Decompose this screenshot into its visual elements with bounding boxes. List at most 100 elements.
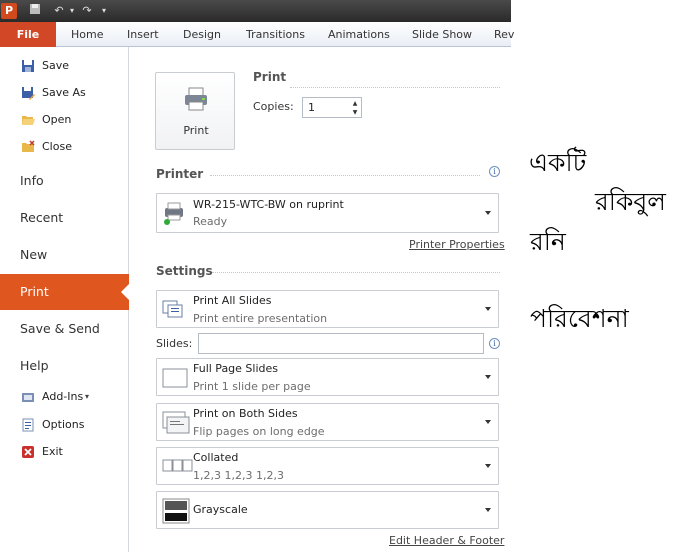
print-button[interactable]: Print bbox=[155, 72, 235, 150]
printer-icon bbox=[183, 86, 209, 112]
copies-up-icon[interactable]: ▲ bbox=[350, 99, 360, 108]
bengali-text-line4: পরিবেশনা bbox=[530, 304, 629, 333]
save-as-icon bbox=[21, 86, 35, 100]
collation-title: Collated bbox=[193, 451, 239, 464]
exit-icon bbox=[21, 445, 35, 459]
divider bbox=[210, 175, 480, 176]
nav-add-ins[interactable]: Add-Ins ▾ bbox=[0, 384, 129, 410]
undo-dropdown-icon[interactable]: ▾ bbox=[68, 3, 76, 19]
redo-icon[interactable]: ↷ bbox=[80, 3, 94, 19]
tab-slide-show[interactable]: Slide Show bbox=[412, 22, 472, 47]
print-range-title: Print All Slides bbox=[193, 294, 272, 307]
bengali-text-line3: রনি bbox=[530, 227, 566, 256]
tab-home[interactable]: Home bbox=[71, 22, 103, 47]
edit-header-footer-link[interactable]: Edit Header & Footer bbox=[389, 534, 504, 547]
printer-device-icon bbox=[162, 200, 186, 229]
chevron-down-icon bbox=[485, 464, 491, 468]
nav-recent[interactable]: Recent bbox=[0, 200, 129, 236]
nav-save[interactable]: Save bbox=[0, 53, 129, 79]
printer-select[interactable]: WR-215-WTC-BW on ruprint Ready bbox=[156, 193, 499, 233]
title-bar: P ↶ ▾ ↷ ▾ bbox=[0, 0, 511, 22]
nav-close[interactable]: Close bbox=[0, 134, 129, 160]
layout-select[interactable]: Full Page Slides Print 1 slide per page bbox=[156, 358, 499, 396]
layout-subtitle: Print 1 slide per page bbox=[193, 380, 311, 393]
bengali-text-line2: রকিবুল bbox=[595, 187, 666, 216]
nav-recent-label: Recent bbox=[20, 210, 64, 225]
nav-save-send[interactable]: Save & Send bbox=[0, 311, 129, 347]
divider bbox=[290, 87, 500, 88]
nav-close-label: Close bbox=[42, 140, 72, 153]
color-mode-select[interactable]: Grayscale bbox=[156, 491, 499, 529]
add-ins-dropdown-icon: ▾ bbox=[85, 392, 90, 401]
nav-open[interactable]: Open bbox=[0, 107, 129, 133]
tab-design[interactable]: Design bbox=[183, 22, 221, 47]
tab-animations[interactable]: Animations bbox=[328, 22, 390, 47]
duplex-subtitle: Flip pages on long edge bbox=[193, 425, 325, 438]
full-page-slide-icon bbox=[162, 368, 188, 391]
print-button-label: Print bbox=[183, 124, 209, 137]
nav-new[interactable]: New bbox=[0, 237, 129, 273]
tab-file[interactable]: File bbox=[0, 22, 56, 47]
nav-open-label: Open bbox=[42, 113, 72, 126]
settings-heading: Settings bbox=[156, 264, 213, 278]
print-heading: Print bbox=[253, 70, 287, 84]
copies-label: Copies: bbox=[253, 100, 294, 113]
backstage-nav: Save Save As Open Close Info Recent New … bbox=[0, 47, 129, 552]
printer-name: WR-215-WTC-BW on ruprint bbox=[193, 198, 344, 211]
powerpoint-logo-icon: P bbox=[1, 3, 17, 19]
tab-insert[interactable]: Insert bbox=[127, 22, 159, 47]
nav-save-send-label: Save & Send bbox=[20, 321, 100, 336]
collation-select[interactable]: Collated 1,2,3 1,2,3 1,2,3 bbox=[156, 447, 499, 485]
duplex-select[interactable]: Print on Both Sides Flip pages on long e… bbox=[156, 403, 499, 441]
copies-stepper[interactable]: 1 ▲ ▼ bbox=[302, 97, 362, 118]
copies-down-icon[interactable]: ▼ bbox=[350, 108, 360, 117]
all-slides-icon bbox=[162, 299, 186, 324]
nav-print[interactable]: Print bbox=[0, 274, 129, 310]
print-range-select[interactable]: Print All Slides Print entire presentati… bbox=[156, 290, 499, 328]
nav-help[interactable]: Help bbox=[0, 348, 129, 384]
tab-review[interactable]: Rev bbox=[494, 22, 514, 47]
nav-save-label: Save bbox=[42, 59, 70, 72]
bengali-text-line1: একটি bbox=[529, 148, 587, 177]
save-icon[interactable] bbox=[28, 3, 42, 19]
nav-new-label: New bbox=[20, 247, 48, 262]
nav-exit-label: Exit bbox=[42, 445, 63, 458]
undo-icon[interactable]: ↶ bbox=[52, 3, 66, 19]
chevron-down-icon bbox=[485, 508, 491, 512]
nav-print-label: Print bbox=[20, 284, 49, 299]
color-mode-title: Grayscale bbox=[193, 503, 248, 516]
nav-exit[interactable]: Exit bbox=[0, 439, 129, 465]
nav-info-label: Info bbox=[20, 173, 44, 188]
nav-save-as[interactable]: Save As bbox=[0, 80, 129, 106]
folder-close-icon bbox=[21, 140, 35, 154]
printer-status: Ready bbox=[193, 215, 228, 228]
slides-label: Slides: bbox=[156, 337, 193, 350]
nav-add-ins-label: Add-Ins bbox=[42, 390, 84, 403]
grayscale-icon bbox=[162, 498, 190, 527]
copies-value: 1 bbox=[308, 101, 315, 114]
nav-help-label: Help bbox=[20, 358, 49, 373]
options-icon bbox=[21, 418, 35, 432]
slides-input[interactable] bbox=[198, 333, 484, 354]
print-settings-pane: Print Print Copies: 1 ▲ ▼ Printer i WR-2… bbox=[130, 47, 511, 552]
folder-open-icon bbox=[21, 113, 35, 127]
printer-heading: Printer bbox=[156, 167, 204, 181]
duplex-title: Print on Both Sides bbox=[193, 407, 298, 420]
divider bbox=[212, 272, 500, 273]
chevron-down-icon bbox=[485, 211, 491, 215]
customize-qat-icon[interactable]: ▾ bbox=[100, 3, 108, 19]
tab-transitions[interactable]: Transitions bbox=[246, 22, 305, 47]
nav-info[interactable]: Info bbox=[0, 163, 129, 199]
both-sides-icon bbox=[162, 411, 190, 438]
nav-save-as-label: Save As bbox=[42, 86, 86, 99]
slides-info-icon[interactable]: i bbox=[489, 338, 500, 349]
chevron-down-icon bbox=[485, 375, 491, 379]
add-ins-icon bbox=[21, 390, 35, 404]
floppy-disk-icon bbox=[21, 59, 35, 73]
nav-options[interactable]: Options bbox=[0, 412, 129, 438]
printer-info-icon[interactable]: i bbox=[489, 166, 500, 177]
chevron-down-icon bbox=[485, 307, 491, 311]
nav-options-label: Options bbox=[42, 418, 85, 431]
collation-subtitle: 1,2,3 1,2,3 1,2,3 bbox=[193, 469, 284, 482]
printer-properties-link[interactable]: Printer Properties bbox=[409, 238, 505, 251]
